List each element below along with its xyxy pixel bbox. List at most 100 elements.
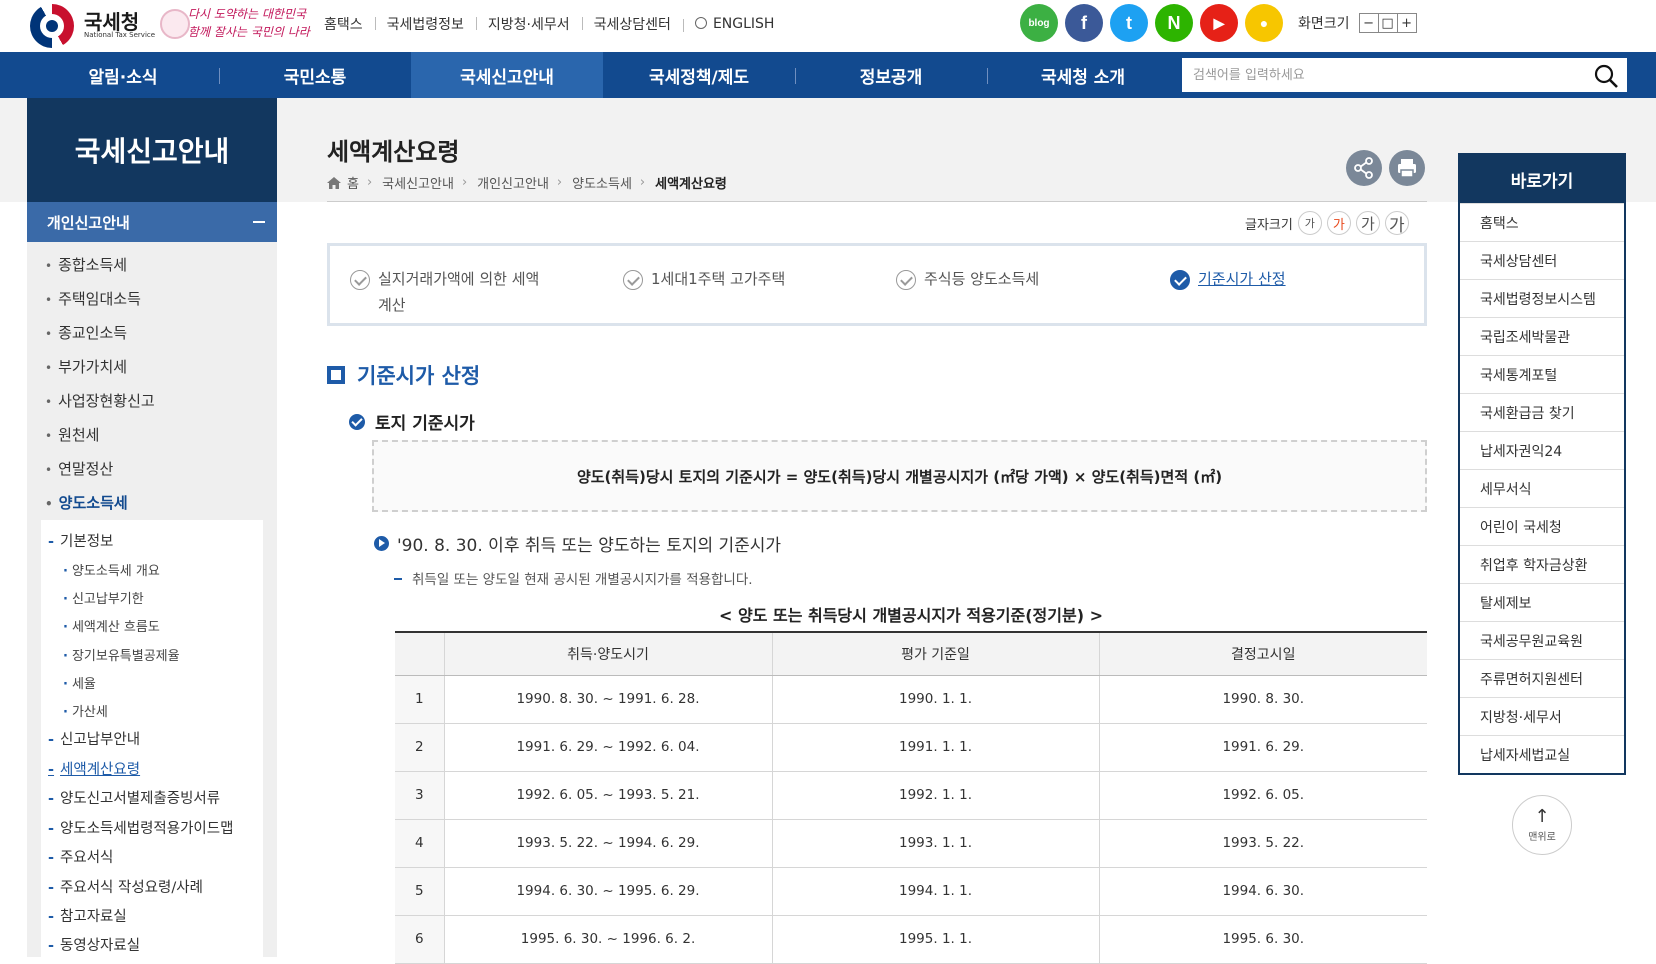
youtube-icon[interactable]: ▶ (1200, 4, 1238, 42)
arrow-up-icon: ↑ (1534, 805, 1550, 827)
font-size-xlarge-button[interactable]: 가 (1384, 211, 1409, 236)
back-to-top-label: 맨위로 (1528, 831, 1556, 843)
lnb-sub-videos[interactable]: 동영상자료실 (48, 934, 140, 955)
gnb-menu-disclosure[interactable]: 정보공개 (795, 52, 987, 98)
breadcrumb-home[interactable]: 홈 (347, 173, 359, 192)
quick-link-tax-class[interactable]: 납세자세법교실 (1460, 735, 1624, 773)
check-circle-icon (350, 270, 370, 290)
check-circle-icon (349, 413, 365, 430)
tab-stocks[interactable]: 주식등 양도소득세 (896, 266, 1039, 292)
tab-actual-price[interactable]: 실지거래가액에 의한 세액계산 (350, 266, 550, 318)
subsection-heading: 토지 기준시가 (349, 409, 475, 434)
lnb-subsub-overview[interactable]: 양도소득세 개요 (63, 560, 160, 579)
facebook-icon[interactable]: f (1065, 4, 1103, 42)
util-link-counsel[interactable]: 국세상담센터 (581, 14, 683, 34)
home-icon[interactable] (327, 176, 341, 189)
lnb-sub-forms[interactable]: 주요서식 (48, 846, 113, 867)
page-title: 세액계산요령 (327, 138, 460, 166)
lnb-sub-references[interactable]: 참고자료실 (48, 905, 127, 926)
lnb-section-personal[interactable]: 개인신고안내 (27, 202, 277, 242)
zoom-in-button[interactable]: + (1396, 13, 1417, 33)
quick-link-kids[interactable]: 어린이 국세청 (1460, 507, 1624, 545)
table-cell: 1992. 6. 05. (1098, 771, 1427, 820)
font-size-small-button[interactable]: 가 (1297, 211, 1322, 235)
quick-link-law-system[interactable]: 국세법령정보시스템 (1460, 279, 1624, 317)
zoom-reset-button[interactable]: □ (1377, 13, 1398, 33)
nts-logo[interactable]: 국세청 National Tax Service (30, 2, 155, 48)
search-input[interactable] (1182, 58, 1562, 92)
zoom-out-button[interactable]: − (1358, 13, 1379, 33)
lnb-subsub-rate[interactable]: 세율 (63, 673, 96, 692)
breadcrumb-personal[interactable]: 개인신고안내 (477, 173, 549, 192)
lnb-item-comprehensive[interactable]: 종합소득세 (45, 254, 127, 275)
quick-links-title: 바로가기 (1460, 155, 1624, 203)
lnb-sub-filing[interactable]: 신고납부안내 (48, 728, 140, 749)
lnb-item-business-status[interactable]: 사업장현황신고 (45, 390, 155, 411)
collapse-icon[interactable] (253, 221, 265, 223)
table-cell: 1993. 5. 22. ~ 1994. 6. 29. (443, 819, 772, 868)
quick-link-student-loan[interactable]: 취업후 학자금상환 (1460, 545, 1624, 583)
print-button[interactable] (1389, 150, 1425, 186)
search-icon[interactable] (1593, 63, 1619, 89)
lnb-sub-form-examples[interactable]: 주요서식 작성요령/사례 (48, 876, 203, 897)
slogan-line-2: 함께 잘사는 국민의 나라 (188, 25, 310, 39)
lnb-sub-guide-map[interactable]: 양도소득세법령적용가이드맵 (48, 817, 233, 838)
twitter-icon-label: t (1126, 12, 1132, 33)
lnb-sub-basic-info[interactable]: 기본정보 (48, 530, 113, 551)
font-size-label: 글자크기 (1245, 217, 1293, 233)
tab-luxury-house[interactable]: 1세대1주택 고가주택 (623, 266, 785, 292)
lnb-item-withholding[interactable]: 원천세 (45, 424, 99, 445)
gnb-menu-communication[interactable]: 국민소통 (219, 52, 411, 98)
lnb-subsub-deduction[interactable]: 장기보유특별공제율 (63, 645, 180, 664)
side-nav: 종합소득세 주택임대소득 종교인소득 부가가치세 사업장현황신고 원천세 연말정… (27, 242, 277, 957)
quick-link-tax-forms[interactable]: 세무서식 (1460, 469, 1624, 507)
gnb-menu-about[interactable]: 국세청 소개 (987, 52, 1179, 98)
kakao-icon[interactable]: ● (1245, 4, 1283, 42)
quick-link-liquor-license[interactable]: 주류면허지원센터 (1460, 659, 1624, 697)
util-link-offices[interactable]: 지방청·세무서 (475, 14, 582, 34)
lnb-subsub-penalty[interactable]: 가산세 (63, 701, 108, 720)
lnb-item-year-end[interactable]: 연말정산 (45, 458, 113, 479)
square-bullet-icon (327, 366, 345, 384)
facebook-icon-label: f (1081, 12, 1087, 33)
quick-link-training-institute[interactable]: 국세공무원교육원 (1460, 621, 1624, 659)
breadcrumb-capital-gains[interactable]: 양도소득세 (572, 173, 632, 192)
lnb-item-capital-gains[interactable]: 양도소득세 (45, 492, 128, 513)
blog-icon[interactable]: blog (1020, 4, 1058, 42)
util-link-hometax[interactable]: 홈택스 (312, 14, 375, 34)
note-text: 취득일 또는 양도일 현재 공시된 개별공시지가를 적용합니다. (412, 572, 753, 588)
breadcrumb-filing-guide[interactable]: 국세신고안내 (382, 173, 454, 192)
gnb-menu-filing-guide[interactable]: 국세신고안내 (411, 52, 603, 98)
util-link-law-info[interactable]: 국세법령정보 (374, 14, 476, 34)
quick-link-statistics[interactable]: 국세통계포털 (1460, 355, 1624, 393)
font-size-default-button[interactable]: 가 (1326, 211, 1351, 235)
tab-label: 실지거래가액에 의한 세액계산 (378, 270, 540, 314)
blog-icon-label: blog (1028, 17, 1050, 29)
quick-link-offices[interactable]: 지방청·세무서 (1460, 697, 1624, 735)
twitter-icon[interactable]: t (1110, 4, 1148, 42)
quick-link-hometax[interactable]: 홈택스 (1460, 203, 1624, 241)
quick-link-museum[interactable]: 국립조세박물관 (1460, 317, 1624, 355)
gnb-menu-policy[interactable]: 국세정책/제도 (603, 52, 795, 98)
gnb-menu-news[interactable]: 알림·소식 (27, 52, 219, 98)
lnb-item-vat[interactable]: 부가가치세 (45, 356, 127, 377)
lnb-item-housing-rent[interactable]: 주택임대소득 (45, 288, 141, 309)
section-title: 기준시가 산정 (357, 364, 481, 388)
check-circle-icon (1170, 270, 1190, 290)
lnb-sub-calculation[interactable]: 세액계산요령 (48, 758, 140, 779)
font-size-large-button[interactable]: 가 (1355, 211, 1380, 235)
back-to-top-button[interactable]: ↑ 맨위로 (1512, 795, 1572, 855)
tab-standard-price[interactable]: 기준시가 산정 (1170, 266, 1286, 292)
quick-link-refund[interactable]: 국세환급금 찾기 (1460, 393, 1624, 431)
util-link-english[interactable]: ENGLISH (682, 16, 787, 32)
share-button[interactable] (1346, 150, 1382, 186)
lnb-sub-documents[interactable]: 양도신고서별제출증빙서류 (48, 787, 220, 808)
quick-link-counsel[interactable]: 국세상담센터 (1460, 241, 1624, 279)
tab-label: 1세대1주택 고가주택 (651, 270, 786, 288)
naver-post-icon[interactable]: N (1155, 4, 1193, 42)
quick-link-report-evasion[interactable]: 탈세제보 (1460, 583, 1624, 621)
lnb-item-religious[interactable]: 종교인소득 (45, 322, 127, 343)
lnb-subsub-deadline[interactable]: 신고납부기한 (63, 588, 144, 607)
lnb-subsub-flowchart[interactable]: 세액계산 흐름도 (63, 616, 160, 635)
quick-link-taxpayer-rights[interactable]: 납세자권익24 (1460, 431, 1624, 469)
